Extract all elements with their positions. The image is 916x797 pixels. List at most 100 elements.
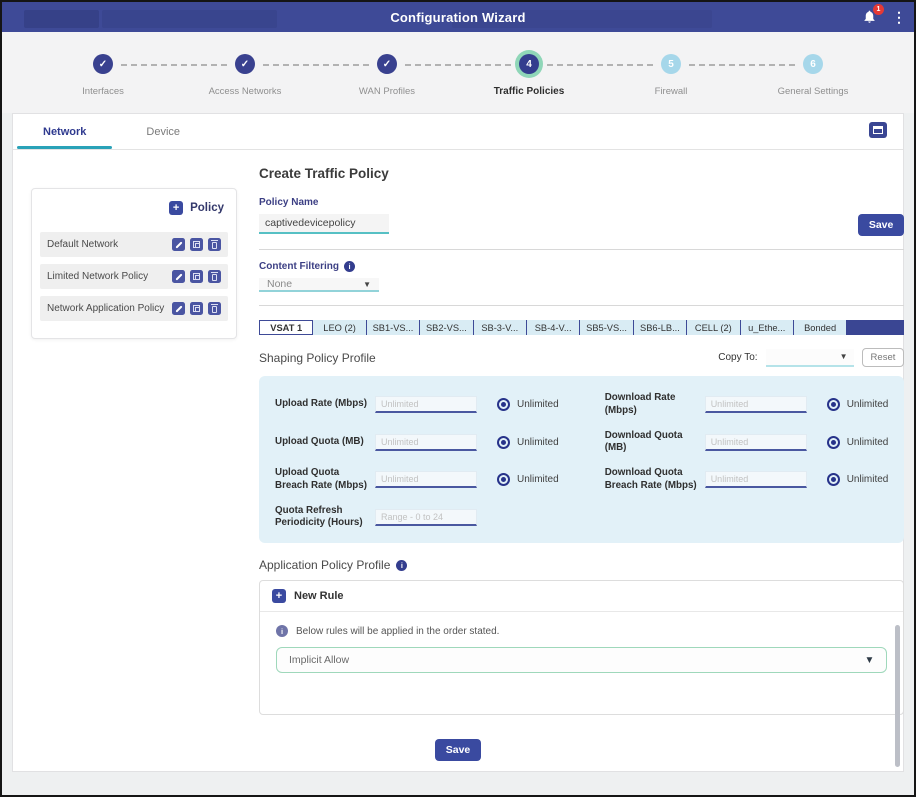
radio-selected-icon [827,398,840,411]
step-interfaces[interactable]: ✓ Interfaces [32,54,174,97]
wan-tab-leo[interactable]: LEO (2) [313,320,365,335]
wan-tab-sb4[interactable]: SB-4-V... [526,320,579,335]
tab-device[interactable]: Device [116,114,210,149]
step-firewall[interactable]: 5 Firewall [600,54,742,97]
copy-policy-button[interactable] [190,238,203,251]
step-label: Interfaces [82,86,124,97]
download-rate-unlimited-radio[interactable]: Unlimited [827,398,889,411]
wan-tab-bonded[interactable]: Bonded [793,320,846,335]
field-label: Download Quota (MB) [605,430,705,454]
plus-icon: + [272,589,286,603]
wan-tab-ethernet[interactable]: u_Ethe... [740,320,793,335]
wan-tab-sb5[interactable]: SB5-VS... [579,320,632,335]
edit-policy-button[interactable] [172,270,185,283]
delete-policy-button[interactable] [208,270,221,283]
content-filtering-select[interactable]: None ▼ [259,278,379,292]
configuration-wizard-window: Configuration Wizard 1 ⋮ ✓ Interfaces ✓ … [0,0,916,797]
step-number: 4 [519,54,539,74]
wan-tab-sb2[interactable]: SB2-VS... [419,320,472,335]
quota-refresh-field: Quota Refresh Periodicity (Hours) [275,505,559,529]
pencil-icon [175,273,182,280]
new-rule-button[interactable]: + New Rule [260,581,903,612]
policy-list-item[interactable]: Limited Network Policy [40,264,228,289]
upload-quota-field: Upload Quota (MB) Unlimited [275,430,559,454]
step-access-networks[interactable]: ✓ Access Networks [174,54,316,97]
view-tabbar: Network Device [13,114,903,150]
field-label: Upload Quota Breach Rate (Mbps) [275,467,375,491]
form-title: Create Traffic Policy [259,166,904,181]
chevron-down-icon: ▼ [864,655,874,666]
radio-label: Unlimited [847,437,889,448]
chevron-down-icon: ▼ [840,352,848,361]
info-icon[interactable]: i [344,261,355,272]
delete-policy-button[interactable] [208,238,221,251]
copy-policy-button[interactable] [190,302,203,315]
pencil-icon [175,305,182,312]
field-label: Upload Rate (Mbps) [275,398,375,410]
check-icon: ✓ [377,54,397,74]
step-wan-profiles[interactable]: ✓ WAN Profiles [316,54,458,97]
wan-tab-sb1[interactable]: SB1-VS... [366,320,419,335]
header-artifact [102,10,277,28]
policy-name: Limited Network Policy [47,271,148,282]
upload-quota-breach-input[interactable] [375,471,477,488]
quota-refresh-input[interactable] [375,509,477,526]
reset-button[interactable]: Reset [862,348,905,367]
delete-policy-button[interactable] [208,302,221,315]
save-policy-button[interactable]: Save [858,214,905,236]
wan-tab-sb3[interactable]: SB-3-V... [473,320,526,335]
upload-rate-field: Upload Rate (Mbps) Unlimited [275,392,559,416]
download-quota-breach-unlimited-radio[interactable]: Unlimited [827,473,889,486]
rules-scrollbar[interactable] [895,625,900,767]
upload-quota-breach-unlimited-radio[interactable]: Unlimited [497,473,559,486]
field-label: Download Rate (Mbps) [605,392,705,416]
wan-tab-cell[interactable]: CELL (2) [686,320,739,335]
upload-quota-breach-field: Upload Quota Breach Rate (Mbps) Unlimite… [275,467,559,491]
policy-name-input[interactable] [259,214,389,234]
upload-rate-unlimited-radio[interactable]: Unlimited [497,398,559,411]
download-quota-breach-input[interactable] [705,471,807,488]
rule-select[interactable]: Implicit Allow ▼ [276,647,887,673]
wan-tab-vsat1[interactable]: VSAT 1 [259,320,313,335]
field-label: Download Quota Breach Rate (Mbps) [605,467,705,491]
info-icon[interactable]: i [396,560,407,571]
policy-list-item[interactable]: Default Network [40,232,228,257]
edit-policy-button[interactable] [172,302,185,315]
shaping-fields-panel: Upload Rate (Mbps) Unlimited Download Ra… [259,376,904,543]
copy-icon [193,273,200,280]
step-traffic-policies[interactable]: 4 Traffic Policies [458,54,600,97]
download-quota-breach-field: Download Quota Breach Rate (Mbps) Unlimi… [605,467,889,491]
open-window-button[interactable] [869,122,887,138]
chevron-down-icon: ▼ [363,280,371,289]
step-general-settings[interactable]: 6 General Settings [742,54,884,97]
notifications-button[interactable]: 1 [862,9,878,25]
download-rate-field: Download Rate (Mbps) Unlimited [605,392,889,416]
trash-icon [212,306,217,313]
save-wizard-step-button[interactable]: Save [435,739,482,761]
wan-tab-sb6[interactable]: SB6-LB... [633,320,686,335]
download-quota-unlimited-radio[interactable]: Unlimited [827,436,889,449]
upload-quota-input[interactable] [375,434,477,451]
copy-to-select[interactable]: ▼ [766,349,854,367]
add-policy-button[interactable]: + Policy [32,189,236,225]
trash-icon [212,274,217,281]
edit-policy-button[interactable] [172,238,185,251]
divider [259,249,904,250]
wan-tabs-overflow-block[interactable] [846,320,904,335]
kebab-menu-icon[interactable]: ⋮ [892,10,906,24]
application-rules-card: + New Rule i Below rules will be applied… [259,580,904,715]
step-number: 6 [803,54,823,74]
copy-policy-button[interactable] [190,270,203,283]
trash-icon [212,242,217,249]
radio-label: Unlimited [517,474,559,485]
download-quota-input[interactable] [705,434,807,451]
radio-label: Unlimited [847,474,889,485]
upload-rate-input[interactable] [375,396,477,413]
copy-icon [193,241,200,248]
policy-list-item[interactable]: Network Application Policy [40,296,228,321]
content-filtering-label: Content Filtering [259,261,339,272]
upload-quota-unlimited-radio[interactable]: Unlimited [497,436,559,449]
download-rate-input[interactable] [705,396,807,413]
application-profile-title: Application Policy Profile [259,558,390,572]
tab-network[interactable]: Network [13,114,116,149]
